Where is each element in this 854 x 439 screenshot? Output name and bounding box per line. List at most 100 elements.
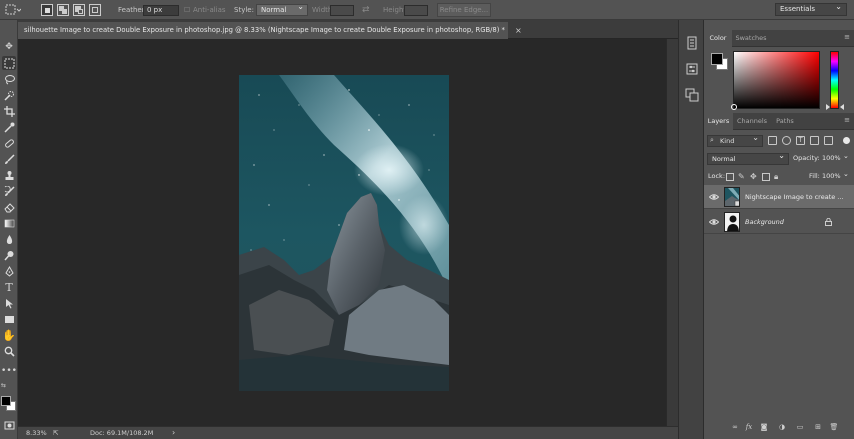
- swap-colors-icon[interactable]: ⇆: [1, 382, 6, 389]
- fill-input[interactable]: 100%: [822, 171, 841, 182]
- tab-paths[interactable]: Paths: [771, 113, 799, 130]
- close-tab-icon[interactable]: ×: [515, 22, 522, 39]
- edit-toolbar-icon[interactable]: •••: [1, 364, 17, 378]
- rectangular-marquee-tool-icon[interactable]: [2, 56, 16, 70]
- swap-dimensions-icon[interactable]: ⇄: [362, 0, 370, 20]
- filter-toggle[interactable]: [843, 137, 850, 144]
- tab-swatches[interactable]: Swatches: [732, 30, 770, 47]
- opacity-dropdown-icon[interactable]: ⌄: [843, 151, 849, 162]
- status-menu-arrow-icon[interactable]: ›: [172, 427, 175, 439]
- healing-brush-tool-icon[interactable]: [2, 136, 16, 150]
- hue-slider-left-handle[interactable]: [826, 104, 830, 110]
- foreground-color-swatch[interactable]: [711, 53, 723, 65]
- new-selection-icon[interactable]: [41, 4, 53, 16]
- export-icon[interactable]: ⇱: [53, 427, 58, 439]
- zoom-tool-icon[interactable]: [2, 344, 16, 358]
- opacity-input[interactable]: 100%: [822, 153, 841, 164]
- intersect-selection-icon[interactable]: [89, 4, 101, 16]
- document-tab[interactable]: silhouette Image to create Double Exposu…: [18, 22, 508, 39]
- workspace-select[interactable]: Essentials: [775, 1, 847, 16]
- color-picker-field[interactable]: [733, 51, 820, 109]
- visibility-eye-icon[interactable]: [708, 192, 720, 202]
- nightscape-image: [239, 75, 449, 391]
- rectangle-tool-icon[interactable]: [2, 312, 16, 326]
- foreground-color-swatch[interactable]: [1, 396, 11, 406]
- subtract-from-selection-icon[interactable]: [73, 4, 85, 16]
- dodge-tool-icon[interactable]: [2, 248, 16, 262]
- lock-artboard-icon[interactable]: [762, 173, 770, 181]
- eraser-tool-icon[interactable]: [2, 200, 16, 214]
- width-input[interactable]: [330, 5, 354, 16]
- layers-panel-menu-icon[interactable]: ≡: [844, 116, 850, 124]
- gradient-tool-icon[interactable]: [2, 216, 16, 230]
- layer-name[interactable]: Background: [745, 210, 784, 234]
- height-input[interactable]: [404, 5, 428, 16]
- quick-selection-tool-icon[interactable]: [2, 88, 16, 102]
- filter-type-icon[interactable]: T: [796, 136, 805, 145]
- visibility-eye-icon[interactable]: [708, 217, 720, 227]
- tab-layers[interactable]: Layers: [704, 113, 733, 130]
- canvas-area[interactable]: [18, 39, 666, 426]
- layer-name[interactable]: Nightscape Image to create ...: [745, 185, 844, 209]
- document-canvas[interactable]: [239, 75, 449, 391]
- history-brush-tool-icon[interactable]: [2, 184, 16, 198]
- lock-position-icon[interactable]: ✥: [750, 173, 758, 181]
- filter-adjustment-icon[interactable]: [782, 136, 791, 145]
- lock-label: Lock:: [708, 172, 726, 180]
- layer-row-background[interactable]: Background: [704, 210, 854, 234]
- adjustment-layer-icon[interactable]: ◑: [777, 422, 787, 432]
- link-layers-icon[interactable]: ∞: [730, 422, 740, 432]
- lock-image-pixels-icon[interactable]: ✎: [738, 173, 746, 181]
- filter-shape-icon[interactable]: [810, 136, 819, 145]
- properties-panel-icon[interactable]: [685, 62, 699, 76]
- path-selection-tool-icon[interactable]: [2, 296, 16, 310]
- add-mask-icon[interactable]: ◙: [759, 422, 769, 432]
- antialias-label: Anti-alias: [193, 6, 226, 14]
- antialias-checkbox[interactable]: ☐: [184, 0, 190, 20]
- eyedropper-tool-icon[interactable]: [2, 120, 16, 134]
- hand-tool-icon[interactable]: ✋: [2, 328, 16, 342]
- new-layer-icon[interactable]: ⊞: [813, 422, 823, 432]
- history-panel-icon[interactable]: [685, 36, 699, 50]
- blend-mode-select[interactable]: Normal: [707, 151, 789, 165]
- blur-tool-icon[interactable]: [2, 232, 16, 246]
- pen-tool-icon[interactable]: [2, 264, 16, 278]
- crop-tool-icon[interactable]: [2, 104, 16, 118]
- type-tool-icon[interactable]: T: [2, 280, 16, 294]
- zoom-level[interactable]: 8.33%: [26, 427, 47, 439]
- filter-pixel-icon[interactable]: [768, 136, 777, 145]
- quick-mask-icon[interactable]: [2, 418, 16, 432]
- vertical-scrollbar[interactable]: [666, 39, 678, 426]
- lock-transparent-pixels-icon[interactable]: [726, 173, 734, 181]
- fill-dropdown-icon[interactable]: ⌄: [843, 169, 849, 180]
- add-to-selection-icon[interactable]: [57, 4, 69, 16]
- delete-layer-icon[interactable]: 🗑︎: [829, 422, 839, 432]
- adjustments-panel-icon[interactable]: [685, 88, 699, 102]
- color-field-cursor[interactable]: [731, 104, 737, 110]
- hue-slider-right-handle[interactable]: [840, 104, 844, 110]
- move-tool-icon[interactable]: ✥: [2, 40, 16, 54]
- layer-style-fx-icon[interactable]: fx: [744, 422, 754, 432]
- marquee-preset-icon[interactable]: [5, 0, 22, 20]
- filter-kind-select[interactable]: Kind: [707, 133, 763, 147]
- layer-thumbnail-nightscape: [724, 187, 740, 207]
- color-panel-menu-icon[interactable]: ≡: [844, 33, 850, 41]
- lock-all-icon[interactable]: 🔒︎: [774, 173, 782, 181]
- lasso-tool-icon[interactable]: [2, 72, 16, 86]
- brush-tool-icon[interactable]: [2, 152, 16, 166]
- fill-label: Fill:: [809, 172, 820, 180]
- layer-lock-icon: [825, 217, 832, 226]
- refine-edge-button[interactable]: Refine Edge...: [437, 3, 491, 17]
- layer-row-nightscape[interactable]: Nightscape Image to create ...: [704, 185, 854, 209]
- style-select[interactable]: Normal: [256, 2, 308, 16]
- new-group-icon[interactable]: ▭: [795, 422, 805, 432]
- opacity-label: Opacity:: [793, 154, 820, 162]
- document-tab-bar: silhouette Image to create Double Exposu…: [18, 20, 678, 39]
- feather-input[interactable]: 0 px: [143, 5, 179, 16]
- search-icon: ⌕: [710, 136, 714, 144]
- hue-slider[interactable]: [830, 51, 839, 109]
- tab-channels[interactable]: Channels: [733, 113, 771, 130]
- tab-color[interactable]: Color: [704, 30, 732, 47]
- clone-stamp-tool-icon[interactable]: [2, 168, 16, 182]
- filter-smart-object-icon[interactable]: [824, 136, 833, 145]
